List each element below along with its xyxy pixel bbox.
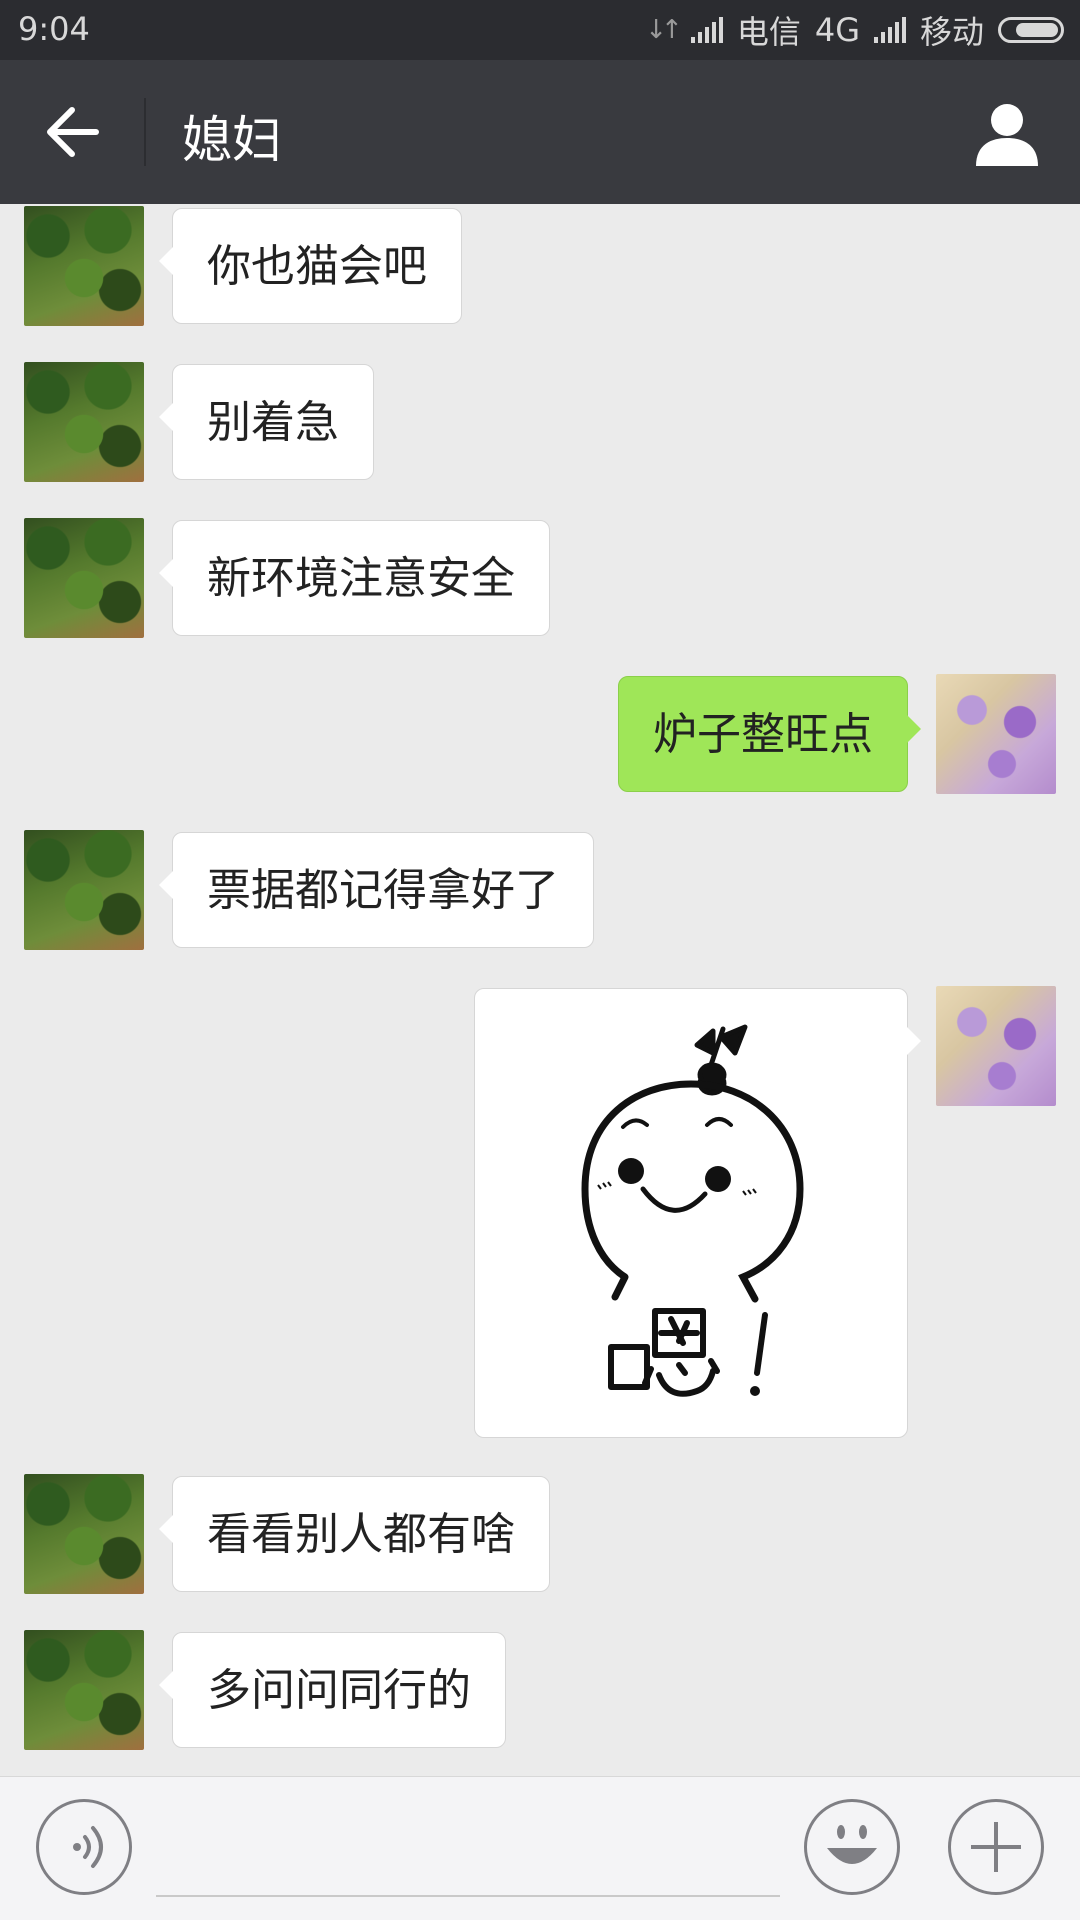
received-message-bubble[interactable]: 多问问同行的 bbox=[159, 1632, 506, 1748]
received-message-bubble[interactable]: 你也猫会吧 bbox=[159, 208, 462, 324]
received-message-bubble[interactable]: 票据都记得拿好了 bbox=[159, 832, 594, 948]
message-input[interactable] bbox=[156, 1895, 780, 1897]
carrier-1: 电信 bbox=[736, 13, 801, 51]
input-bar bbox=[0, 1776, 1080, 1920]
back-button[interactable] bbox=[30, 90, 114, 174]
contact-avatar[interactable] bbox=[24, 206, 144, 326]
status-icons: ↓↑ 电信 4G 移动 bbox=[645, 8, 1064, 52]
signal-icon bbox=[690, 17, 723, 43]
emoji-icon bbox=[827, 1825, 877, 1864]
voice-icon bbox=[73, 1826, 103, 1868]
profile-button[interactable] bbox=[970, 96, 1044, 170]
battery-icon bbox=[998, 17, 1064, 43]
header-divider bbox=[144, 98, 146, 166]
data-activity-icon: ↓↑ bbox=[645, 15, 682, 45]
received-message-bubble[interactable]: 看看别人都有啥 bbox=[159, 1476, 550, 1592]
sticker-image bbox=[581, 1024, 804, 1397]
received-message-bubble[interactable]: 别着急 bbox=[159, 364, 374, 480]
more-button[interactable] bbox=[948, 1799, 1044, 1895]
sent-message-bubble[interactable]: 炉子整旺点 bbox=[618, 676, 921, 792]
contact-avatar[interactable] bbox=[24, 362, 144, 482]
voice-button[interactable] bbox=[36, 1799, 132, 1895]
chat-title: 媳妇 bbox=[182, 111, 282, 169]
contact-avatar[interactable] bbox=[24, 1474, 144, 1594]
my-avatar[interactable] bbox=[936, 674, 1056, 794]
contact-avatar[interactable] bbox=[24, 1630, 144, 1750]
plus-icon bbox=[971, 1822, 1021, 1872]
my-avatar[interactable] bbox=[936, 986, 1056, 1106]
received-message-bubble[interactable]: 新环境注意安全 bbox=[159, 520, 550, 636]
contact-avatar[interactable] bbox=[24, 518, 144, 638]
sticker-message[interactable] bbox=[474, 988, 921, 1438]
status-bar: 9:04 ↓↑ 电信 4G 移动 bbox=[0, 0, 1080, 60]
signal-icon-2 bbox=[873, 17, 906, 43]
chat-header: 媳妇 bbox=[0, 60, 1080, 204]
carrier-2: 移动 bbox=[919, 13, 984, 51]
arrow-left-icon bbox=[47, 107, 99, 157]
person-icon bbox=[976, 104, 1038, 166]
emoji-button[interactable] bbox=[804, 1799, 900, 1895]
contact-avatar[interactable] bbox=[24, 830, 144, 950]
network-type: 4G bbox=[814, 11, 860, 49]
status-time: 9:04 bbox=[18, 10, 90, 48]
chat-area[interactable]: 你也猫会吧 别着急 新环境注意安全 炉子整旺点 票据都记得拿好了 看看别人都有啥… bbox=[0, 204, 1080, 1776]
